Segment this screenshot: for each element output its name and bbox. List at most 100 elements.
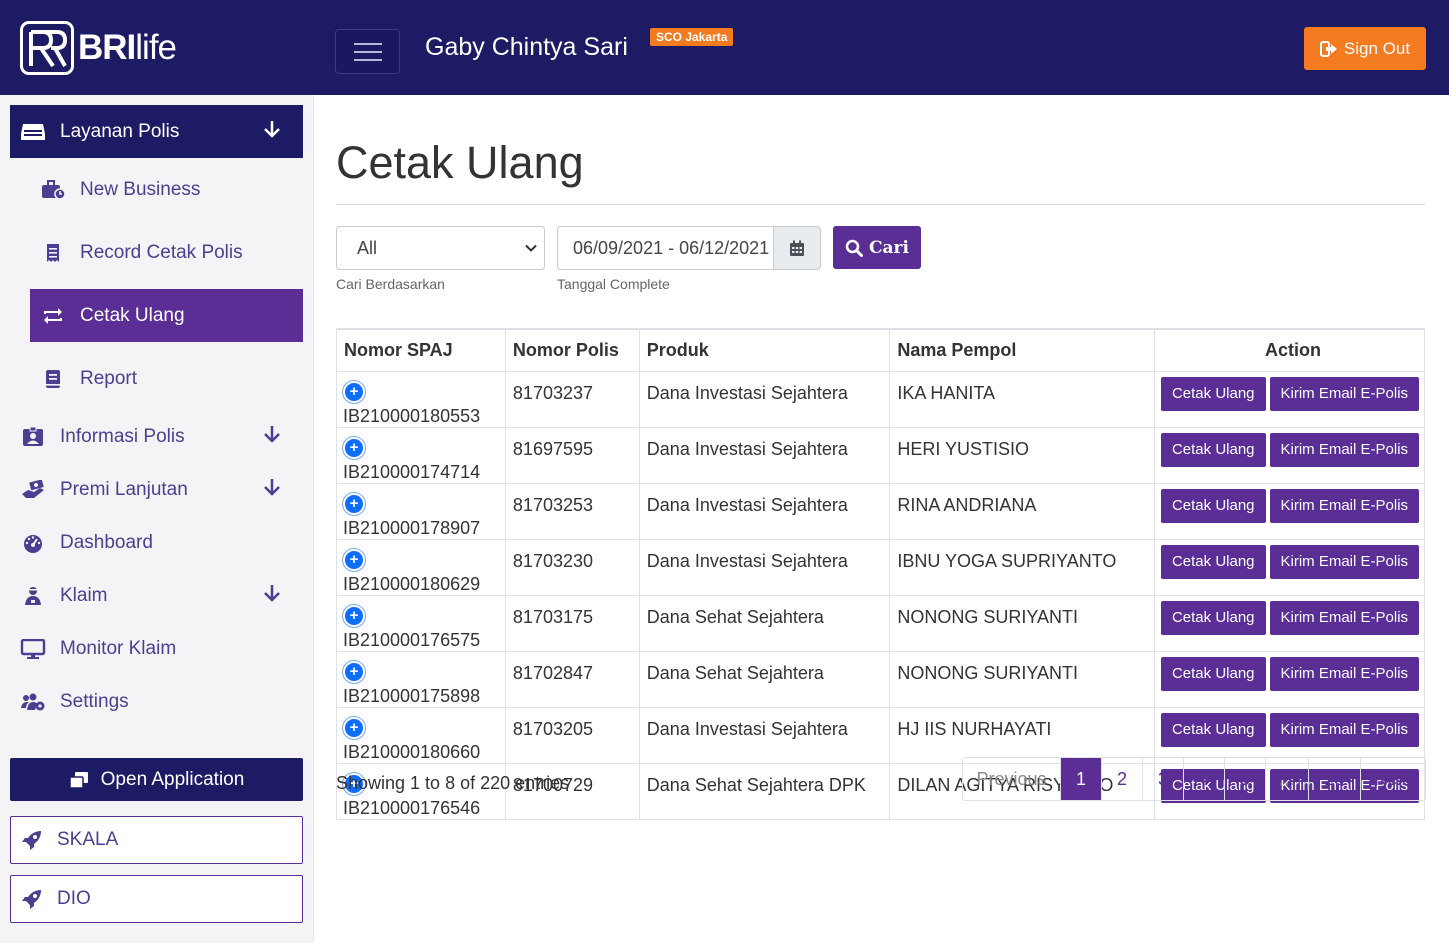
column-header-action: Action <box>1153 328 1426 372</box>
cell-action: Cetak Ulang Kirim Email E-Polis <box>1153 482 1426 540</box>
sidebar-item-report[interactable]: Report <box>30 352 303 405</box>
expand-row-plus-icon[interactable]: + <box>343 604 365 627</box>
cell-nama-pempol: NONONG SURIYANTI <box>889 594 1155 652</box>
table-row: +IB210000174714 81697595 Dana Investasi … <box>336 426 1426 484</box>
pagination-page-1[interactable]: 1 <box>1060 758 1101 800</box>
sidebar-item-label: Dashboard <box>60 532 153 553</box>
sidebar-item-cetak-ulang[interactable]: Cetak Ulang <box>30 289 303 342</box>
cetak-ulang-button[interactable]: Cetak Ulang <box>1160 544 1266 579</box>
cetak-ulang-button[interactable]: Cetak Ulang <box>1160 432 1266 467</box>
expand-row-plus-icon[interactable]: + <box>343 716 365 739</box>
bri-logo-mark-icon <box>20 21 74 75</box>
kirim-email-epolis-button[interactable]: Kirim Email E-Polis <box>1269 656 1420 691</box>
user-name: Gaby Chintya Sari <box>425 33 628 61</box>
cell-action: Cetak Ulang Kirim Email E-Polis <box>1153 370 1426 428</box>
dio-label: DIO <box>57 888 91 909</box>
users-cog-icon <box>20 691 46 713</box>
sidebar-item-layanan-polis[interactable]: Layanan Polis <box>10 105 303 158</box>
sidebar-item-monitor-klaim[interactable]: Monitor Klaim <box>10 629 303 669</box>
cell-nama-pempol: NONONG SURIYANTI <box>889 650 1155 708</box>
cell-nomor-spaj: +IB210000174714 <box>336 426 506 484</box>
pagination-page-2[interactable]: 2 <box>1101 758 1142 800</box>
sign-out-button[interactable]: Sign Out <box>1304 27 1426 70</box>
calendar-button[interactable] <box>773 226 821 270</box>
kirim-email-epolis-button[interactable]: Kirim Email E-Polis <box>1269 432 1420 467</box>
cell-nomor-polis: 81703230 <box>504 538 640 596</box>
cell-produk: Dana Investasi Sejahtera <box>638 426 891 484</box>
spaj-value: IB210000176575 <box>343 629 481 650</box>
cetak-ulang-button[interactable]: Cetak Ulang <box>1160 488 1266 523</box>
sidebar-item-premi-lanjutan[interactable]: Premi Lanjutan <box>10 470 303 510</box>
sidebar-item-record-cetak-polis[interactable]: Record Cetak Polis <box>30 226 303 279</box>
spaj-value: IB210000180553 <box>343 405 481 426</box>
cell-action: Cetak Ulang Kirim Email E-Polis <box>1153 706 1426 764</box>
cell-nomor-spaj: +IB210000180629 <box>336 538 506 596</box>
cetak-ulang-button[interactable]: Cetak Ulang <box>1160 712 1266 747</box>
expand-row-plus-icon[interactable]: + <box>343 548 365 571</box>
kirim-email-epolis-button[interactable]: Kirim Email E-Polis <box>1269 488 1420 523</box>
pagination-page-4[interactable]: 4 <box>1183 758 1224 800</box>
cetak-ulang-button[interactable]: Cetak Ulang <box>1160 656 1266 691</box>
sidebar-item-klaim[interactable]: Klaim <box>10 576 303 616</box>
date-range-hint: Tanggal Complete <box>557 276 670 292</box>
id-badge-icon <box>20 426 46 448</box>
search-icon <box>845 239 864 257</box>
column-header-nomor-polis[interactable]: Nomor Polis <box>504 328 640 372</box>
search-by-value: All <box>357 237 378 258</box>
cell-produk: Dana Investasi Sejahtera <box>638 370 891 428</box>
kirim-email-epolis-button[interactable]: Kirim Email E-Polis <box>1269 712 1420 747</box>
column-header-nomor-spaj[interactable]: Nomor SPAJ <box>336 328 506 372</box>
pagination-page-28[interactable]: 28 <box>1308 758 1360 800</box>
sidebar-item-label: Record Cetak Polis <box>80 241 243 263</box>
kirim-email-epolis-button[interactable]: Kirim Email E-Polis <box>1269 544 1420 579</box>
cell-nomor-polis: 81703253 <box>504 482 640 540</box>
cell-produk: Dana Sehat Sejahtera <box>638 650 891 708</box>
brilife-logo[interactable]: BRIlife <box>20 20 177 76</box>
sidebar-item-label: Monitor Klaim <box>60 638 177 659</box>
cell-nama-pempol: HJ IIS NURHAYATI <box>889 706 1155 764</box>
cell-action: Cetak Ulang Kirim Email E-Polis <box>1153 538 1426 596</box>
sidebar-item-label: Klaim <box>60 585 108 606</box>
hamburger-menu-button[interactable] <box>335 29 400 74</box>
expand-row-plus-icon[interactable]: + <box>343 380 365 403</box>
column-header-produk[interactable]: Produk <box>638 328 891 372</box>
sidebar-item-settings[interactable]: Settings <box>10 682 303 722</box>
arrow-down-icon <box>263 478 281 502</box>
expand-row-plus-icon[interactable]: + <box>343 492 365 515</box>
dio-button[interactable]: DIO <box>10 875 303 923</box>
sidebar-item-dashboard[interactable]: Dashboard <box>10 523 303 563</box>
search-by-hint: Cari Berdasarkan <box>336 276 445 292</box>
pagination-previous[interactable]: Previous <box>963 758 1060 800</box>
cetak-ulang-button[interactable]: Cetak Ulang <box>1160 376 1266 411</box>
kirim-email-epolis-button[interactable]: Kirim Email E-Polis <box>1269 600 1420 635</box>
sidebar-item-label: Settings <box>60 691 129 712</box>
open-application-button[interactable]: Open Application <box>10 758 303 801</box>
expand-row-plus-icon[interactable]: + <box>343 660 365 683</box>
cell-produk: Dana Investasi Sejahtera <box>638 706 891 764</box>
pagination-page-5[interactable]: 5 <box>1224 758 1265 800</box>
branch-badge: SCO Jakarta <box>650 28 734 46</box>
cetak-ulang-button[interactable]: Cetak Ulang <box>1160 600 1266 635</box>
date-range-input[interactable] <box>557 226 774 270</box>
brilife-logo-text: BRIlife <box>78 28 177 67</box>
book-icon <box>40 368 66 390</box>
column-header-nama-pempol[interactable]: Nama Pempol <box>889 328 1155 372</box>
expand-row-plus-icon[interactable]: + <box>343 436 365 459</box>
rocket-icon <box>22 831 41 850</box>
sidebar-item-new-business[interactable]: New Business <box>30 163 303 216</box>
pagination-next[interactable]: Next <box>1360 758 1425 800</box>
search-button[interactable]: Cari <box>833 226 921 269</box>
kirim-email-epolis-button[interactable]: Kirim Email E-Polis <box>1269 376 1420 411</box>
spaj-value: IB210000180629 <box>343 573 481 594</box>
cell-produk: Dana Sehat Sejahtera DPK <box>638 762 891 820</box>
skala-button[interactable]: SKALA <box>10 816 303 864</box>
cell-nomor-polis: 81703175 <box>504 594 640 652</box>
calendar-icon <box>790 240 804 256</box>
pagination-page-3[interactable]: 3 <box>1142 758 1183 800</box>
sidebar-item-label: Premi Lanjutan <box>60 479 188 500</box>
cell-produk: Dana Sehat Sejahtera <box>638 594 891 652</box>
sidebar-item-informasi-polis[interactable]: Informasi Polis <box>10 417 303 457</box>
spaj-value: IB210000174714 <box>343 461 481 482</box>
search-by-select[interactable]: All <box>336 226 545 270</box>
cetak-ulang-table: Nomor SPAJ Nomor Polis Produk Nama Pempo… <box>336 328 1426 820</box>
